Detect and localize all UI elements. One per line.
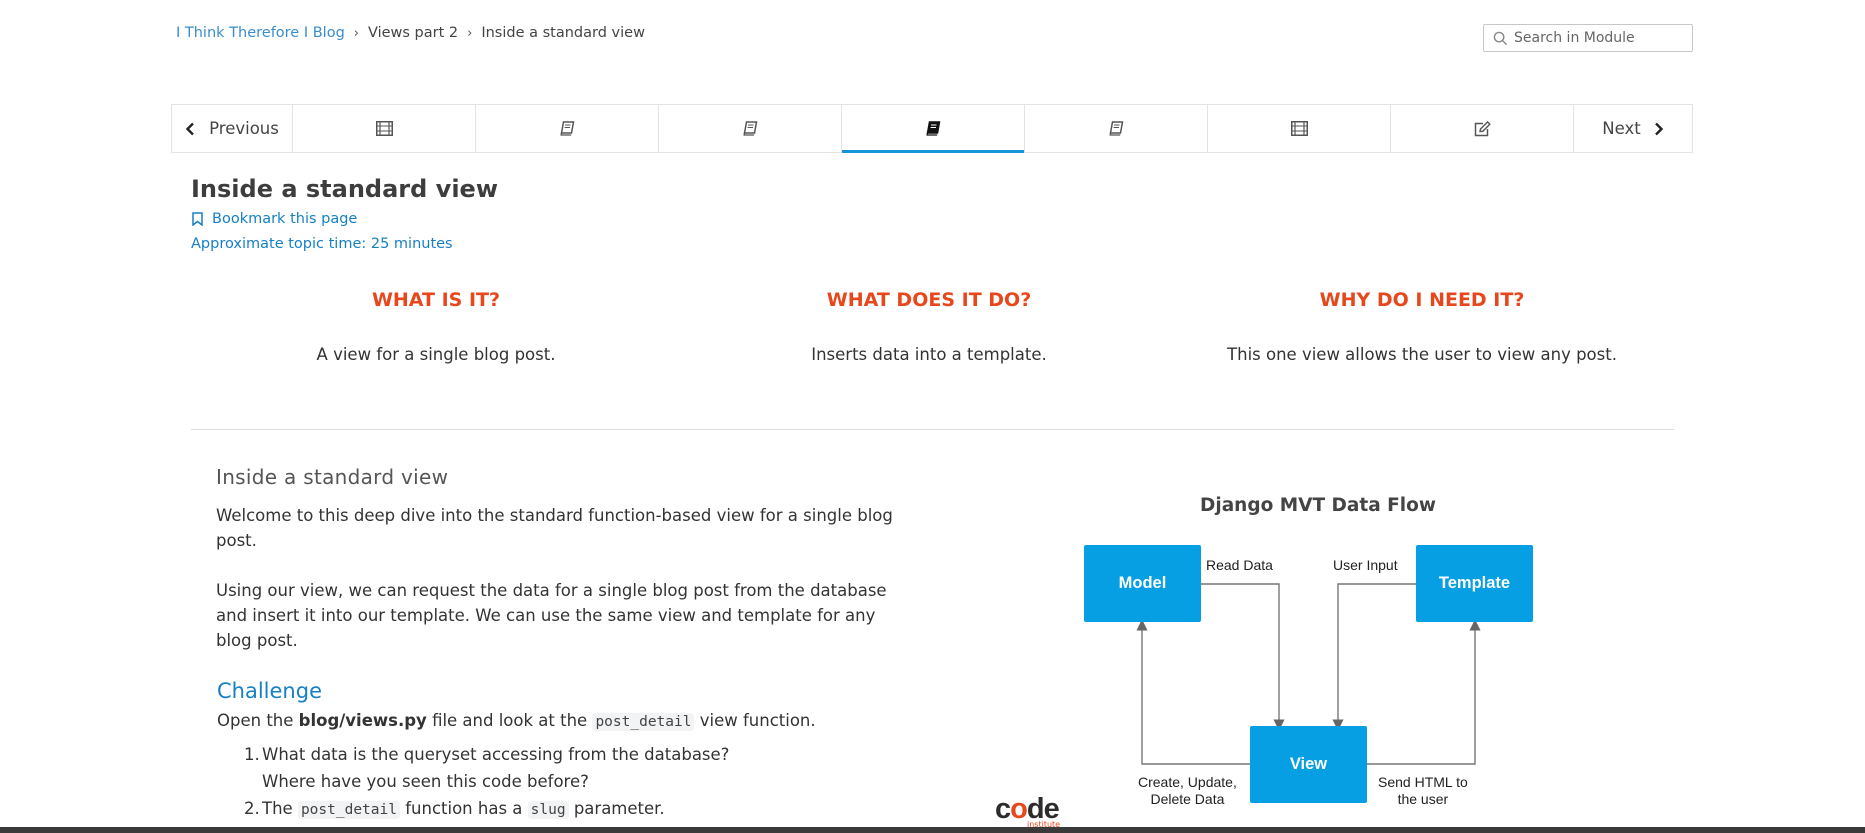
- challenge-intro-post: view function.: [699, 711, 816, 730]
- search-icon: [1493, 31, 1508, 45]
- what-is-it-heading: WHAT IS IT?: [371, 289, 501, 311]
- logo-o: o: [1010, 793, 1028, 825]
- unit-step-5[interactable]: [1024, 105, 1207, 152]
- previous-label: Previous: [209, 119, 279, 138]
- why-do-i-need-it-heading: WHY DO I NEED IT?: [1319, 289, 1525, 311]
- chevron-left-icon: [185, 122, 194, 135]
- challenge-code: post_detail: [592, 713, 695, 731]
- create-update-delete-label: Create, Update, Delete Data: [1138, 774, 1237, 808]
- bookmark-link[interactable]: Bookmark this page: [192, 211, 357, 227]
- film-icon: [1290, 121, 1308, 136]
- challenge-intro: Open the blog/views.py file and look at …: [217, 711, 816, 731]
- book-icon: [742, 121, 757, 136]
- intro-paragraph: Welcome to this deep dive into the stand…: [216, 506, 893, 550]
- challenge-file: blog/views.py: [298, 711, 427, 730]
- next-label: Next: [1602, 119, 1641, 138]
- breadcrumb-current: Inside a standard view: [481, 25, 645, 41]
- breadcrumb: I Think Therefore I Blog › Views part 2 …: [176, 25, 645, 41]
- mvt-diagram: Django MVT Data Flow Model Template View…: [1060, 480, 1560, 810]
- next-button[interactable]: Next: [1573, 105, 1692, 152]
- unit-step-7[interactable]: [1390, 105, 1573, 152]
- book-icon: [1108, 121, 1123, 136]
- chevron-right-icon: ›: [467, 25, 473, 41]
- topic-time: Approximate topic time: 25 minutes: [191, 236, 453, 252]
- send-html-line-2: the user: [1397, 791, 1449, 807]
- list-item-2-code-1: post_detail: [297, 801, 400, 819]
- book-icon: [559, 121, 574, 136]
- read-data-label: Read Data: [1206, 557, 1273, 573]
- challenge-heading: Challenge: [217, 679, 322, 703]
- book-icon: [925, 121, 940, 136]
- template-box: Template: [1416, 545, 1533, 622]
- create-update-delete-line-1: Create, Update,: [1138, 774, 1237, 790]
- list-item-1-number: 1.: [244, 745, 260, 764]
- list-item-2: The post_detail function has a slug para…: [262, 799, 665, 819]
- previous-button[interactable]: Previous: [172, 105, 292, 152]
- list-item-2-number: 2.: [244, 799, 260, 818]
- bookmark-label: Bookmark this page: [212, 211, 358, 227]
- breadcrumb-course-link[interactable]: I Think Therefore I Blog: [176, 25, 345, 41]
- challenge-intro-pre: Open the: [217, 711, 294, 730]
- send-html-line-1: Send HTML to: [1378, 774, 1468, 790]
- unit-step-1[interactable]: [292, 105, 475, 152]
- send-html-label: Send HTML to the user: [1378, 774, 1468, 808]
- bookmark-icon: [192, 212, 203, 226]
- create-update-delete-line-2: Delete Data: [1150, 791, 1225, 807]
- list-item-2-post: parameter.: [573, 799, 665, 818]
- unit-step-3[interactable]: [658, 105, 841, 152]
- model-box: Model: [1084, 545, 1201, 622]
- chevron-right-icon: ›: [353, 25, 359, 41]
- view-box: View: [1250, 726, 1367, 803]
- chevron-right-icon: [1654, 122, 1663, 135]
- lesson-heading: Inside a standard view: [216, 465, 449, 489]
- section-divider: [191, 429, 1674, 430]
- list-item-2-code-2: slug: [527, 801, 569, 819]
- logo-c: c: [995, 793, 1011, 825]
- challenge-intro-mid: file and look at the: [432, 711, 588, 730]
- breadcrumb-section[interactable]: Views part 2: [368, 25, 458, 41]
- unit-step-2[interactable]: [475, 105, 658, 152]
- bottom-bar: [0, 827, 1865, 833]
- list-item-2-mid: function has a: [405, 799, 523, 818]
- film-icon: [375, 121, 393, 136]
- search-box[interactable]: [1483, 24, 1693, 52]
- edit-icon: [1474, 120, 1491, 136]
- unit-step-6[interactable]: [1207, 105, 1390, 152]
- why-do-i-need-it-text: This one view allows the user to view an…: [1227, 345, 1617, 364]
- unit-navigation: Previous Next: [171, 104, 1693, 153]
- user-input-label: User Input: [1333, 557, 1398, 573]
- page-title: Inside a standard view: [191, 175, 498, 203]
- what-is-it-text: A view for a single blog post.: [316, 345, 556, 364]
- search-input[interactable]: [1514, 30, 1674, 46]
- list-item-2-pre: The: [262, 799, 293, 818]
- list-item-1-line-2: Where have you seen this code before?: [262, 772, 589, 791]
- list-item-1-line-1: What data is the queryset accessing from…: [262, 745, 730, 764]
- unit-step-4-current[interactable]: [841, 105, 1024, 153]
- what-does-it-do-text: Inserts data into a template.: [811, 345, 1047, 364]
- what-does-it-do-heading: WHAT DOES IT DO?: [826, 289, 1032, 311]
- description-paragraph: Using our view, we can request the data …: [216, 581, 887, 650]
